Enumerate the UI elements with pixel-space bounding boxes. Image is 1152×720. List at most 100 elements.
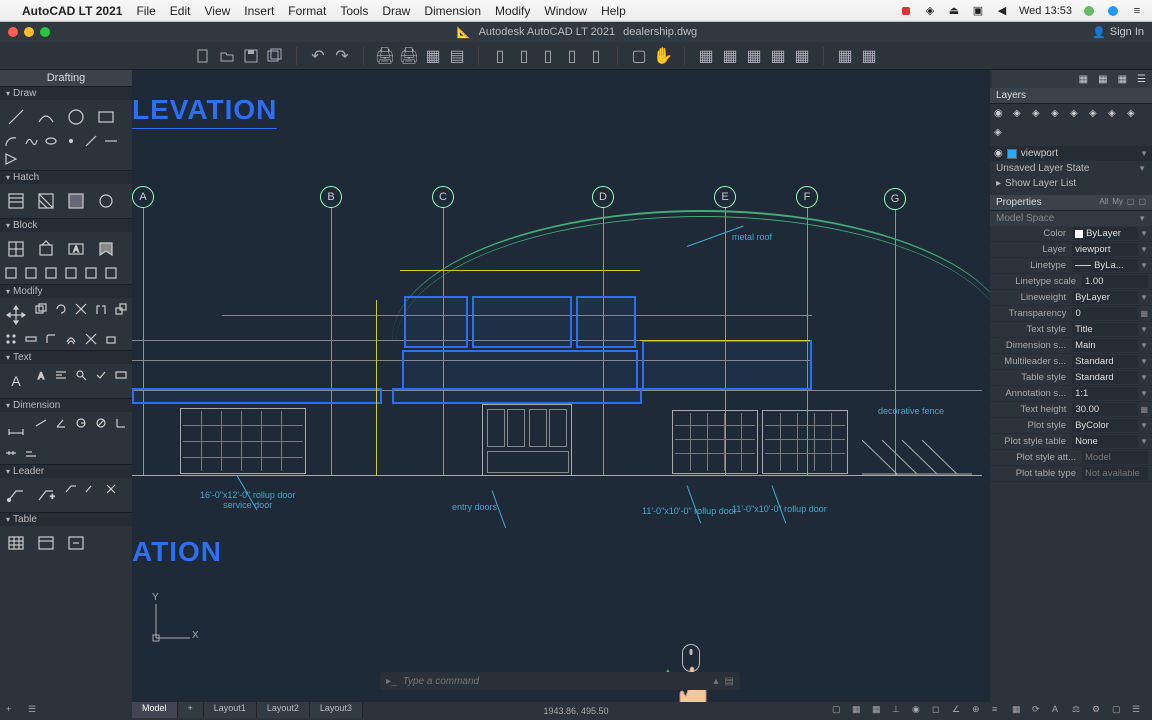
dim-cont-icon[interactable] <box>2 445 20 461</box>
flag-icon[interactable] <box>899 4 913 18</box>
volume-icon[interactable]: ◀ <box>995 4 1009 18</box>
dim-align-icon[interactable] <box>32 415 50 431</box>
st-polar-icon[interactable]: ◉ <box>912 704 926 718</box>
b5-icon[interactable] <box>82 265 100 281</box>
st-osnap-icon[interactable]: ◻ <box>932 704 946 718</box>
st-lw-icon[interactable]: ≡ <box>992 704 1006 718</box>
circle-icon[interactable] <box>62 103 90 131</box>
leader-rem-icon[interactable] <box>102 481 120 497</box>
ext2-icon[interactable]: ▦ <box>721 47 739 65</box>
create-block-icon[interactable] <box>32 235 60 263</box>
layer-ic1[interactable]: ◉ <box>994 108 1009 123</box>
st-snap-icon[interactable]: ▦ <box>872 704 886 718</box>
publish-icon[interactable]: ▤ <box>448 47 466 65</box>
prop-ext-icon[interactable]: ▢ <box>1127 197 1135 208</box>
menu-draw[interactable]: Draw <box>382 4 410 18</box>
pan-icon[interactable]: ✋ <box>654 47 672 65</box>
b6-icon[interactable] <box>102 265 120 281</box>
prop-lineweight[interactable]: LineweightByLayer▼ <box>990 290 1152 306</box>
menu-extra-icon[interactable]: ≡ <box>1130 4 1144 18</box>
st-dyn-icon[interactable]: ⊕ <box>972 704 986 718</box>
prop-linetype[interactable]: LinetypeByLa...▼ <box>990 258 1152 274</box>
st-ws-icon[interactable]: ⚙ <box>1092 704 1106 718</box>
spline-icon[interactable] <box>22 133 40 149</box>
wblock-icon[interactable] <box>92 235 120 263</box>
menu-edit[interactable]: Edit <box>170 4 191 18</box>
leader-add-icon[interactable]: + <box>32 481 60 509</box>
text-style-icon[interactable]: A <box>32 367 50 383</box>
drawing-canvas[interactable]: LEVATION ATION A B C D E F G <box>132 70 990 702</box>
layer-ic4[interactable]: ◈ <box>1051 108 1066 123</box>
prop-plotstyle[interactable]: Plot styleByColor▼ <box>990 418 1152 434</box>
signin-link[interactable]: Sign In <box>1110 26 1144 38</box>
eject-icon[interactable]: ⏏ <box>947 4 961 18</box>
user2-icon[interactable] <box>1106 4 1120 18</box>
insert-block-icon[interactable] <box>2 235 30 263</box>
prop-annoscale[interactable]: Annotation s...1:1▼ <box>990 386 1152 402</box>
sheet2-icon[interactable]: ▯ <box>515 47 533 65</box>
layer-state-row[interactable]: Unsaved Layer State▼ <box>990 161 1152 176</box>
signin-icon[interactable]: 👤 <box>1092 26 1106 39</box>
st-cycle-icon[interactable]: ⟳ <box>1032 704 1046 718</box>
arc-icon[interactable] <box>2 133 20 149</box>
prop-plottable[interactable]: Plot style tableNone▼ <box>990 434 1152 450</box>
traffic-lights[interactable] <box>8 27 50 37</box>
prop-pin-icon[interactable]: ▢ <box>1138 197 1146 208</box>
prop-tablestyle[interactable]: Table styleStandard▼ <box>990 370 1152 386</box>
dim-dia-icon[interactable] <box>92 415 110 431</box>
rectangle-icon[interactable] <box>92 103 120 131</box>
point-icon[interactable] <box>62 133 80 149</box>
dim-ord-icon[interactable] <box>112 415 130 431</box>
region-icon[interactable] <box>2 151 20 167</box>
prop-dimstyle[interactable]: Dimension s...Main▼ <box>990 338 1152 354</box>
mirror-icon[interactable] <box>92 301 110 317</box>
cmd-up-icon[interactable]: ▴ <box>714 676 719 687</box>
prop-ltscale[interactable]: Linetype scale1.00 <box>990 274 1152 290</box>
minimize-icon[interactable] <box>24 27 34 37</box>
list-icon[interactable]: ☰ <box>28 704 42 718</box>
tab-layout1[interactable]: Layout1 <box>204 702 257 718</box>
tab-add[interactable]: + <box>178 702 204 718</box>
print-icon[interactable]: 🖨 <box>376 47 394 65</box>
mtext-icon[interactable]: A <box>2 367 30 395</box>
zoom-icon[interactable] <box>40 27 50 37</box>
b3-icon[interactable] <box>42 265 60 281</box>
section-dimension[interactable]: Dimension <box>0 398 132 412</box>
panel-tab3-icon[interactable]: ▦ <box>1118 74 1127 85</box>
st-model-icon[interactable]: ▢ <box>832 704 846 718</box>
table-link-icon[interactable] <box>62 529 90 557</box>
layer-vis-icon[interactable]: ◉ <box>994 148 1003 159</box>
section-leader[interactable]: Leader <box>0 464 132 478</box>
viewport-icon[interactable]: ▢ <box>630 47 648 65</box>
section-hatch[interactable]: Hatch <box>0 170 132 184</box>
sheet4-icon[interactable]: ▯ <box>563 47 581 65</box>
gradient-icon[interactable] <box>32 187 60 215</box>
b1-icon[interactable] <box>2 265 20 281</box>
layer-color-swatch[interactable] <box>1007 149 1017 159</box>
selection-row[interactable]: Model Space▼ <box>990 211 1152 226</box>
ext5-icon[interactable]: ▦ <box>793 47 811 65</box>
menu-tools[interactable]: Tools <box>340 4 368 18</box>
prop-textstyle[interactable]: Text styleTitle▼ <box>990 322 1152 338</box>
sheet1-icon[interactable]: ▯ <box>491 47 509 65</box>
stretch-icon[interactable] <box>22 331 40 347</box>
copy-icon[interactable] <box>32 301 50 317</box>
help1-icon[interactable]: ▦ <box>836 47 854 65</box>
show-layer-list[interactable]: ▸Show Layer List <box>990 176 1152 191</box>
command-line[interactable]: ▸_ Type a command ▴ ▤ <box>380 672 740 690</box>
dim-linear-icon[interactable] <box>2 415 30 443</box>
sheet3-icon[interactable]: ▯ <box>539 47 557 65</box>
st-otrack-icon[interactable]: ∠ <box>952 704 966 718</box>
layer-ic3[interactable]: ◈ <box>1032 108 1047 123</box>
ext1-icon[interactable]: ▦ <box>697 47 715 65</box>
leader-align-icon[interactable] <box>62 481 80 497</box>
user1-icon[interactable] <box>1082 4 1096 18</box>
st-clean-icon[interactable]: ▢ <box>1112 704 1126 718</box>
layer-ic2[interactable]: ◈ <box>1013 108 1028 123</box>
layer-ic6[interactable]: ◈ <box>1089 108 1104 123</box>
b4-icon[interactable] <box>62 265 80 281</box>
prop-color[interactable]: ColorByLayer▼ <box>990 226 1152 242</box>
st-scale-icon[interactable]: ⚖ <box>1072 704 1086 718</box>
section-block[interactable]: Block <box>0 218 132 232</box>
text-field-icon[interactable] <box>112 367 130 383</box>
